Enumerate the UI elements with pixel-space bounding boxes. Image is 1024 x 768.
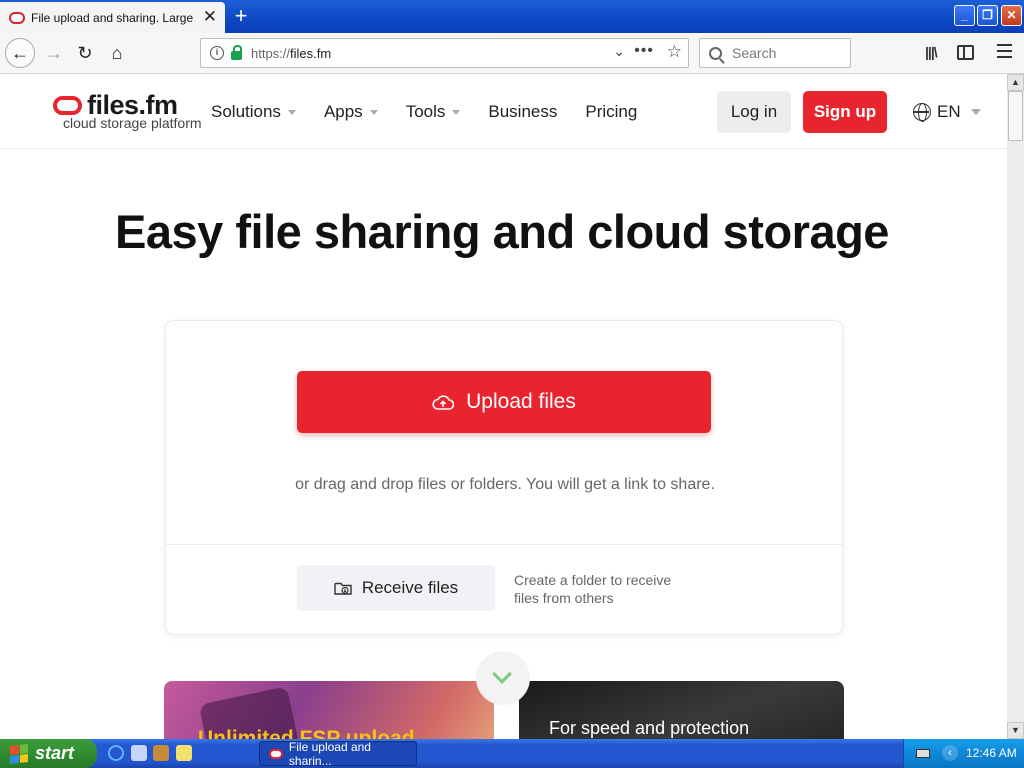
- chevron-down-icon: [287, 109, 296, 115]
- files-fm-favicon-icon: [269, 748, 283, 759]
- browser-toolbar: ← → ↻ ⌂ i https://files.fm ⌄ ••• ☆ Searc…: [0, 33, 1024, 74]
- page-scrollbar[interactable]: ▲ ▼: [1007, 74, 1024, 739]
- folder-receive-icon: [334, 582, 352, 595]
- language-selector[interactable]: EN: [913, 102, 981, 122]
- card-divider: [166, 544, 844, 545]
- taskbar: start File upload and sharin... ‹ 12:46 …: [0, 739, 1024, 768]
- chevron-down-icon: [492, 664, 512, 684]
- files-fm-favicon-icon: [9, 11, 25, 24]
- promo-right-title: For speed and protection: [549, 718, 750, 738]
- nav-tools[interactable]: Tools: [406, 102, 461, 122]
- web-page: files.fm cloud storage platform Solution…: [0, 74, 1007, 739]
- nav-apps[interactable]: Apps: [324, 102, 378, 122]
- taskbar-item-label: File upload and sharin...: [288, 739, 371, 768]
- forward-button[interactable]: →: [40, 39, 68, 67]
- site-info-icon[interactable]: i: [210, 46, 224, 60]
- taskbar-item-browser[interactable]: File upload and sharin...: [259, 739, 417, 768]
- sidebar-toggle-icon[interactable]: [957, 45, 974, 60]
- promo-left-title: Unlimited FSP upload: [198, 727, 415, 739]
- browser-titlebar: File upload and sharing. Large file t ✕ …: [0, 0, 1024, 33]
- scroll-thumb[interactable]: [1008, 91, 1023, 141]
- new-tab-button[interactable]: +: [230, 4, 252, 28]
- window-minimize-button[interactable]: _: [954, 5, 975, 26]
- nav-label: Pricing: [585, 102, 638, 121]
- receive-files-label: Receive files: [361, 578, 459, 597]
- browser-tab[interactable]: File upload and sharing. Large file t ✕: [0, 2, 225, 33]
- nav-label: Solutions: [211, 102, 281, 121]
- bookmark-star-icon[interactable]: ☆: [667, 42, 682, 62]
- tray-expand-icon[interactable]: ‹: [942, 745, 958, 761]
- upload-files-button[interactable]: Upload files: [297, 371, 711, 433]
- back-button[interactable]: ←: [5, 38, 35, 68]
- chevron-down-icon: [970, 109, 981, 115]
- nav-label: Apps: [323, 102, 363, 121]
- nav-business[interactable]: Business: [488, 102, 557, 122]
- lock-icon: [231, 44, 242, 60]
- nav-pricing[interactable]: Pricing: [585, 102, 637, 122]
- promo-card-left[interactable]: Unlimited FSP upload: [164, 681, 494, 739]
- promo-card-right[interactable]: For speed and protection: [519, 681, 844, 739]
- start-button[interactable]: start: [0, 739, 97, 768]
- quicklaunch-icon[interactable]: [131, 745, 147, 761]
- library-icon[interactable]: |||\: [925, 44, 938, 60]
- globe-icon: [913, 103, 931, 122]
- login-button[interactable]: Log in: [717, 91, 791, 133]
- url-dropdown-icon[interactable]: ⌄: [613, 43, 625, 60]
- system-tray: ‹ 12:46 AM: [903, 739, 1024, 768]
- hamburger-menu-icon[interactable]: [997, 44, 1012, 58]
- address-bar[interactable]: i https://files.fm ⌄ ••• ☆: [200, 38, 689, 68]
- start-label: start: [35, 743, 75, 763]
- scroll-up-arrow-icon[interactable]: ▲: [1007, 74, 1024, 91]
- window-close-button[interactable]: ✕: [1001, 5, 1022, 26]
- main-nav: Solutions Apps Tools Business Pricing: [211, 102, 665, 122]
- nav-label: Business: [488, 102, 558, 121]
- hero-title: Easy file sharing and cloud storage: [115, 205, 889, 258]
- chevron-down-icon: [452, 109, 461, 115]
- clock[interactable]: 12:46 AM: [966, 746, 1017, 760]
- quicklaunch-icon[interactable]: [153, 745, 169, 761]
- windows-flag-icon: [10, 743, 28, 764]
- page-actions-icon[interactable]: •••: [634, 42, 654, 60]
- nav-solutions[interactable]: Solutions: [211, 102, 296, 122]
- reload-button[interactable]: ↻: [71, 39, 99, 67]
- url-protocol: https://: [251, 45, 291, 61]
- site-header: files.fm cloud storage platform Solution…: [0, 74, 1007, 149]
- receive-files-button[interactable]: Receive files: [297, 565, 495, 611]
- url-host: files.fm: [290, 45, 332, 61]
- tab-title: File upload and sharing. Large file t: [31, 10, 193, 25]
- drag-drop-hint: or drag and drop files or folders. You w…: [295, 476, 715, 493]
- scroll-down-arrow-icon[interactable]: ▼: [1007, 722, 1024, 739]
- window-maximize-button[interactable]: ❐: [977, 5, 998, 26]
- search-input[interactable]: Search: [699, 38, 851, 68]
- search-icon: [709, 46, 722, 60]
- receive-files-hint: Create a folder to receive files from ot…: [514, 572, 672, 606]
- upload-files-label: Upload files: [466, 390, 576, 413]
- logo-tagline: cloud storage platform: [63, 115, 202, 131]
- chevron-down-icon: [369, 109, 378, 115]
- signup-button[interactable]: Sign up: [803, 91, 887, 133]
- notepad-icon[interactable]: [176, 745, 192, 761]
- internet-explorer-icon[interactable]: [108, 745, 124, 761]
- nav-label: Tools: [405, 102, 446, 121]
- language-label: EN: [937, 102, 961, 121]
- tab-close-icon[interactable]: ✕: [203, 8, 217, 25]
- home-button[interactable]: ⌂: [103, 39, 131, 67]
- upload-card: Upload files or drag and drop files or f…: [165, 320, 844, 635]
- scroll-down-button[interactable]: [476, 651, 530, 705]
- cloud-upload-icon: [432, 394, 455, 410]
- search-placeholder: Search: [732, 45, 777, 61]
- keyboard-icon[interactable]: [916, 749, 930, 758]
- url-text[interactable]: https://files.fm: [251, 46, 331, 61]
- logo-mark-icon: [53, 96, 82, 115]
